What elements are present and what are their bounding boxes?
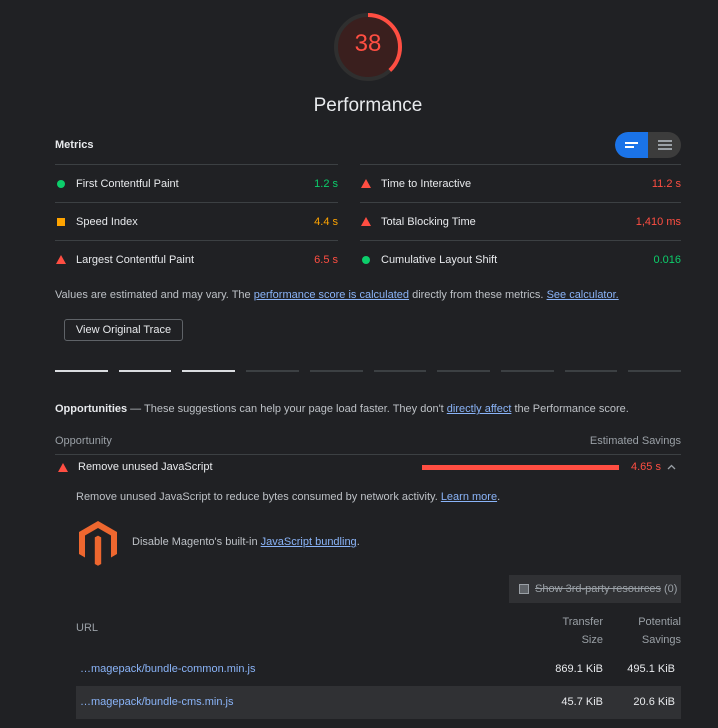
metrics-title: Metrics [55,139,94,151]
see-calculator-link[interactable]: See calculator. [547,289,619,301]
column-opportunity: Opportunity [55,435,112,447]
opportunities-description: — These suggestions can help your page l… [127,403,447,415]
stack-pack-end: . [356,536,360,548]
filmstrip-frame [55,370,108,372]
expanded-view-button[interactable] [648,132,681,158]
metric-cumulative-layout-shift: Cumulative Layout Shift 0.016 [360,240,681,278]
resource-url-link[interactable]: …magepack/bundle-common.min.js [80,663,255,675]
metric-value: 1,410 ms [635,215,681,228]
view-original-trace-button[interactable]: View Original Trace [64,319,183,341]
filmstrip-frame [309,370,363,372]
metrics-view-toggle[interactable] [615,132,681,158]
column-transfer-size: Transfer Size [562,613,603,649]
opportunity-remove-unused-javascript[interactable]: Remove unused JavaScript 4.65 s [55,454,681,479]
javascript-bundling-link[interactable]: JavaScript bundling [261,536,357,548]
compact-list-icon [625,142,638,148]
filmstrip-frame [182,370,236,372]
fail-triangle-icon [58,462,68,472]
resource-url-link[interactable]: …magepack/bundle-cms.min.js [80,696,233,708]
fail-triangle-icon [56,255,66,264]
filmstrip-frame [437,370,490,372]
description-text: Remove unused JavaScript to reduce bytes… [76,491,441,503]
fail-triangle-icon [361,179,371,188]
metric-name: Speed Index [76,215,138,228]
metrics-header: Metrics [55,132,681,158]
savings-bar [422,464,619,470]
savings-value: 4.65 s [631,461,661,473]
stack-pack-text: Disable Magento's built-in JavaScript bu… [132,536,360,548]
opportunity-description: Remove unused JavaScript to reduce bytes… [76,491,500,503]
filmstrip [55,370,682,372]
opportunities-title: Opportunities [55,403,128,415]
table-row: …magepack/bundle-cms.min.js 45.7 KiB 20.… [76,686,681,719]
column-potential-line2: Savings [641,634,681,646]
filmstrip-frame [246,370,299,372]
filmstrip-frame [118,370,172,372]
description-end: . [497,491,501,503]
opportunities-column-headers: Opportunity Estimated Savings [55,435,681,453]
category-title: Performance [313,95,423,116]
filmstrip-frame [373,370,427,372]
filmstrip-frame [628,370,682,372]
column-potential-line1: Potential [638,616,681,628]
show-third-party-toggle[interactable]: Show 3rd-party resources (0) [509,575,681,603]
metric-name: Total Blocking Time [381,215,476,228]
metric-total-blocking-time: Total Blocking Time 1,410 ms [360,202,681,240]
score-value: 38 [354,30,382,57]
column-estimated-savings: Estimated Savings [589,435,681,447]
learn-more-link[interactable]: Learn more [441,491,497,503]
note-text: Values are estimated and may vary. The [55,289,254,301]
metrics-column-left: First Contentful Paint 1.2 s Speed Index… [55,164,338,278]
metrics-column-right: Time to Interactive 11.2 s Total Blockin… [360,164,681,278]
metric-value: 4.4 s [314,215,338,228]
transfer-size: 869.1 KiB [555,663,603,675]
magento-logo-icon [79,521,117,566]
table-header: URL Transfer Size Potential Savings [76,609,681,653]
performance-gauge: 38 Performance [0,0,718,130]
fail-triangle-icon [361,217,371,226]
metric-name: Largest Contentful Paint [76,253,195,266]
third-party-checkbox[interactable] [519,584,529,594]
resource-table: URL Transfer Size Potential Savings …mag… [76,609,681,719]
column-transfer-line2: Size [581,634,603,646]
third-party-count: (0) [664,583,678,595]
opportunities-header: Opportunities — These suggestions can he… [55,403,629,415]
metric-time-to-interactive: Time to Interactive 11.2 s [360,164,681,202]
directly-affect-link[interactable]: directly affect [447,403,512,415]
metric-name: First Contentful Paint [76,177,179,190]
column-url: URL [76,622,99,634]
metric-value: 0.016 [653,253,681,266]
column-potential-savings: Potential Savings [638,613,681,649]
compact-view-button[interactable] [615,132,648,158]
pass-circle-icon [362,255,370,264]
filmstrip-frame [500,370,554,372]
metric-value: 6.5 s [314,253,338,266]
filmstrip-frame [564,370,618,372]
potential-savings: 20.6 KiB [633,696,675,708]
note-text: directly from these metrics. [409,289,547,301]
potential-savings: 495.1 KiB [627,663,675,675]
expanded-list-icon [657,140,672,150]
metric-name: Cumulative Layout Shift [381,253,498,266]
metric-value: 1.2 s [314,177,338,190]
stack-pack-label: Disable Magento's built-in [132,536,261,548]
metric-speed-index: Speed Index 4.4 s [55,202,338,240]
pass-circle-icon [57,179,65,188]
opportunity-title: Remove unused JavaScript [78,461,213,473]
third-party-label: Show 3rd-party resources [535,583,661,595]
metric-value: 11.2 s [651,177,681,190]
metrics-note: Values are estimated and may vary. The p… [55,289,619,301]
chevron-up-icon[interactable] [661,462,681,473]
metric-name: Time to Interactive [381,177,472,190]
table-row: …magepack/bundle-common.min.js 869.1 KiB… [76,653,681,686]
transfer-size: 45.7 KiB [561,696,603,708]
metric-first-contentful-paint: First Contentful Paint 1.2 s [55,164,338,202]
column-transfer-line1: Transfer [562,616,603,628]
score-calculated-link[interactable]: performance score is calculated [254,289,409,301]
metric-largest-contentful-paint: Largest Contentful Paint 6.5 s [55,240,338,278]
opportunities-description-end: the Performance score. [511,403,629,415]
average-square-icon [57,217,65,226]
